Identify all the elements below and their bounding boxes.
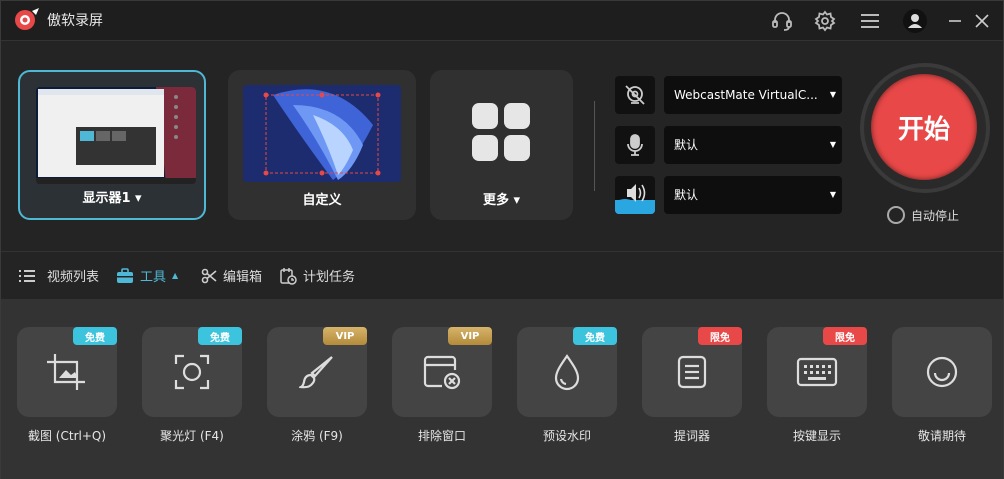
tool-coming-soon-label: 敬请期待 — [917, 429, 966, 443]
tool-exclude-window-button[interactable]: VIP — [392, 327, 492, 417]
tool-screenshot-label: 截图 (Ctrl+Q) — [27, 429, 107, 443]
dropdown-caret-icon: ▼ — [829, 140, 836, 149]
schedule-icon — [280, 267, 297, 285]
tool-badge: 免费 — [73, 327, 117, 345]
mode-display-label: 显示器1 ▾ — [82, 191, 142, 206]
tool-exclude-window[interactable]: VIP 排除窗口 — [392, 327, 492, 443]
app-window: 傲软录屏 显示器1 ▾ 自定义 更多 ▾ WebcastMate Virtual… — [0, 0, 1004, 479]
user-avatar-icon[interactable] — [901, 7, 929, 35]
tab-editor[interactable]: 编辑箱 — [201, 266, 262, 285]
support-headset-icon[interactable] — [768, 7, 796, 35]
tool-doodle-label: 涂鸦 (F9) — [291, 429, 343, 443]
tool-watermark-label: 预设水印 — [542, 429, 591, 443]
tool-badge: VIP — [323, 327, 367, 345]
auto-stop-label: 自动停止 — [911, 208, 960, 223]
teleprompter-icon — [677, 355, 707, 389]
brush-icon — [299, 356, 333, 389]
tab-video-list[interactable]: 视频列表 — [19, 266, 99, 285]
tool-exclude-window-label: 排除窗口 — [417, 429, 466, 443]
tool-badge: 免费 — [573, 327, 617, 345]
microphone-icon[interactable] — [615, 126, 655, 164]
divider — [594, 101, 595, 191]
tool-badge: VIP — [448, 327, 492, 345]
feature-tabs: 视频列表 工具 ▲ 编辑箱 计划任务 — [1, 251, 1003, 299]
tab-editor-label: 编辑箱 — [223, 270, 263, 285]
list-icon — [19, 269, 35, 282]
tool-key-display-label: 按键显示 — [792, 429, 841, 443]
tab-video-list-label: 视频列表 — [47, 270, 100, 285]
tool-badge: 免费 — [198, 327, 242, 345]
tool-spotlight-button[interactable]: 免费 — [142, 327, 242, 417]
tool-teleprompter[interactable]: 限免 提词器 — [642, 327, 742, 443]
title-bar: 傲软录屏 — [1, 1, 1003, 41]
toolbox-icon — [117, 267, 133, 283]
camera-disabled-icon[interactable] — [615, 76, 655, 114]
mode-custom-label: 自定义 — [302, 193, 342, 208]
menu-hamburger-icon[interactable] — [856, 7, 884, 35]
tool-screenshot[interactable]: 免费 截图 (Ctrl+Q) — [17, 327, 117, 443]
display-preview-thumbnail — [36, 87, 196, 184]
tool-watermark[interactable]: 免费 预设水印 — [517, 327, 617, 443]
tool-teleprompter-label: 提词器 — [673, 429, 710, 443]
camera-select[interactable]: WebcastMate VirtualC... ▼ — [664, 76, 842, 114]
dropdown-caret-icon: ▼ — [829, 190, 836, 199]
tab-scheduled-tasks-label: 计划任务 — [303, 270, 356, 285]
tool-badge: 限免 — [698, 327, 742, 345]
recording-setup-panel: 显示器1 ▾ 自定义 更多 ▾ WebcastMate VirtualC... … — [1, 41, 1003, 251]
auto-stop-option[interactable]: 自动停止 — [887, 206, 959, 224]
app-logo-icon — [14, 8, 40, 32]
tool-coming-soon[interactable]: 敬请期待 — [892, 327, 992, 443]
mode-display-card[interactable]: 显示器1 ▾ — [18, 70, 206, 220]
tool-key-display-button[interactable]: 限免 — [767, 327, 867, 417]
app-title: 傲软录屏 — [47, 13, 103, 29]
watermark-icon — [554, 354, 580, 391]
tool-doodle[interactable]: VIP 涂鸦 (F9) — [267, 327, 367, 443]
tab-tools-label: 工具 — [140, 270, 167, 285]
custom-area-preview — [243, 85, 401, 182]
tool-key-display[interactable]: 限免 按键显示 — [767, 327, 867, 443]
close-icon[interactable] — [968, 7, 996, 35]
keyboard-icon — [796, 357, 838, 387]
speaker-icon[interactable] — [615, 176, 655, 214]
start-recording-button[interactable]: 开始 — [871, 74, 977, 180]
mode-more-label: 更多 ▾ — [482, 193, 521, 208]
tab-tools[interactable]: 工具 ▲ — [116, 266, 178, 285]
scissors-icon — [201, 268, 217, 283]
auto-stop-radio[interactable] — [887, 206, 905, 224]
mode-more-card[interactable]: 更多 ▾ — [430, 70, 573, 220]
exclude-window-icon — [423, 355, 461, 390]
tool-doodle-button[interactable]: VIP — [267, 327, 367, 417]
tool-screenshot-button[interactable]: 免费 — [17, 327, 117, 417]
minimize-icon[interactable] — [941, 7, 969, 35]
coming-soon-icon — [926, 356, 958, 388]
tool-spotlight-label: 聚光灯 (F4) — [160, 429, 224, 443]
tool-teleprompter-button[interactable]: 限免 — [642, 327, 742, 417]
mode-custom-card[interactable]: 自定义 — [228, 70, 416, 220]
tool-spotlight[interactable]: 免费 聚光灯 (F4) — [142, 327, 242, 443]
dropdown-caret-icon: ▼ — [829, 90, 836, 99]
settings-gear-icon[interactable] — [811, 7, 839, 35]
more-grid-icon — [471, 102, 531, 166]
microphone-select[interactable]: 默认 ▼ — [664, 126, 842, 164]
caret-up-icon: ▲ — [172, 271, 179, 280]
tools-panel: 免费 截图 (Ctrl+Q) 免费 聚光灯 (F4) VIP 涂鸦 (F9) V… — [1, 299, 1003, 479]
spotlight-icon — [174, 354, 210, 390]
tab-scheduled-tasks[interactable]: 计划任务 — [279, 266, 355, 285]
tool-badge: 限免 — [823, 327, 867, 345]
tool-watermark-button[interactable]: 免费 — [517, 327, 617, 417]
speaker-select[interactable]: 默认 ▼ — [664, 176, 842, 214]
tool-coming-soon-button[interactable] — [892, 327, 992, 417]
screenshot-icon — [47, 354, 85, 390]
